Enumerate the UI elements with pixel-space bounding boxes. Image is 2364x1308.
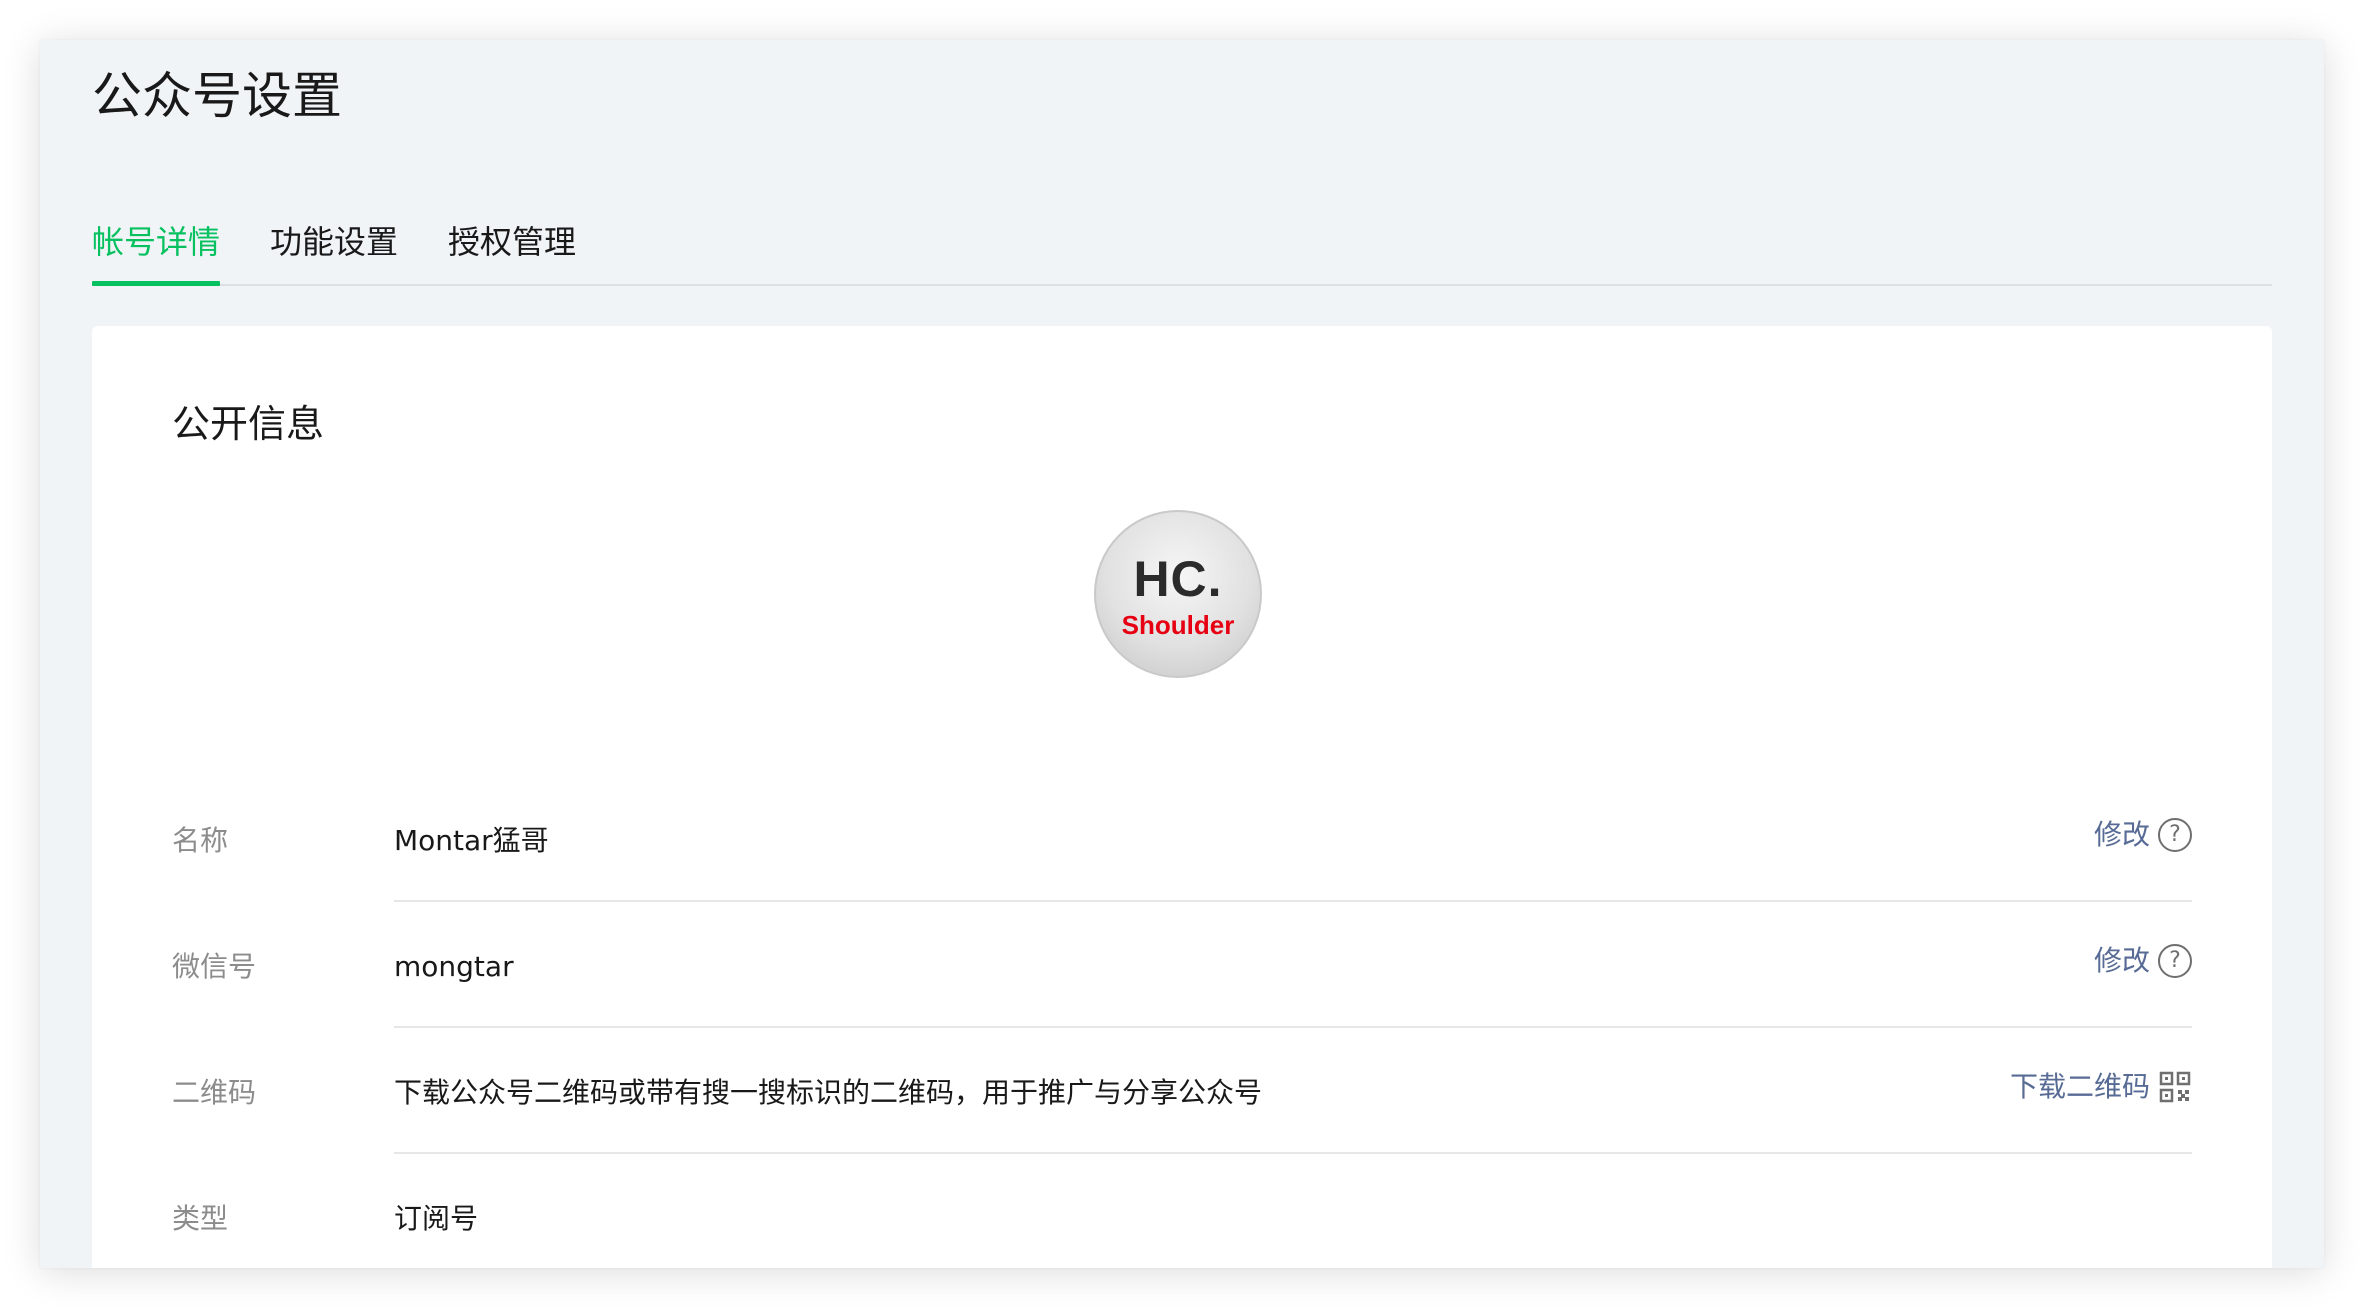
info-row-wechat-id: 微信号 mongtar 修改 ? [92,902,2272,1028]
info-row-name: 名称 Montar猛哥 修改 ? [92,776,2272,902]
help-icon[interactable]: ? [2158,944,2192,978]
public-info-card: 公开信息 HC. Shoulder 名称 Montar猛哥 修改 ? 微信号 m… [92,326,2272,1268]
tab-account-details[interactable]: 帐号详情 [92,180,221,286]
row-value: mongtar [394,950,514,983]
row-label: 类型 [172,1202,229,1235]
avatar-logo-sub: Shoulder [1121,610,1235,640]
row-value: 下载公众号二维码或带有搜一搜标识的二维码，用于推广与分享公众号 [394,1076,1263,1109]
settings-window: 公众号设置 帐号详情 功能设置 授权管理 公开信息 HC. Shoulder 名… [40,40,2324,1268]
avatar: HC. Shoulder [1094,510,1262,678]
row-value: Montar猛哥 [394,824,549,857]
row-label: 微信号 [172,950,257,983]
edit-name-action[interactable]: 修改 ? [2094,818,2192,852]
tab-feature-settings[interactable]: 功能设置 [270,180,398,284]
info-row-type: 类型 订阅号 [92,1154,2272,1268]
tab-authorization-management[interactable]: 授权管理 [448,180,576,284]
tab-bar: 帐号详情 功能设置 授权管理 [92,180,2272,286]
info-row-qr-code: 二维码 下载公众号二维码或带有搜一搜标识的二维码，用于推广与分享公众号 下载二维… [92,1028,2272,1154]
page-title: 公众号设置 [92,67,342,125]
edit-wechat-id-link[interactable]: 修改 [2094,944,2150,978]
avatar-logo-main: HC. [1133,551,1223,607]
edit-wechat-id-action[interactable]: 修改 ? [2094,944,2192,978]
help-icon[interactable]: ? [2158,818,2192,852]
edit-name-link[interactable]: 修改 [2094,818,2150,852]
row-value: 订阅号 [394,1202,479,1235]
download-qr-action[interactable]: 下载二维码 [2010,1070,2192,1104]
qr-code-icon[interactable] [2158,1070,2192,1104]
row-label: 名称 [172,824,229,857]
row-label: 二维码 [172,1076,257,1109]
section-title: 公开信息 [172,402,325,446]
download-qr-link[interactable]: 下载二维码 [2010,1070,2150,1104]
